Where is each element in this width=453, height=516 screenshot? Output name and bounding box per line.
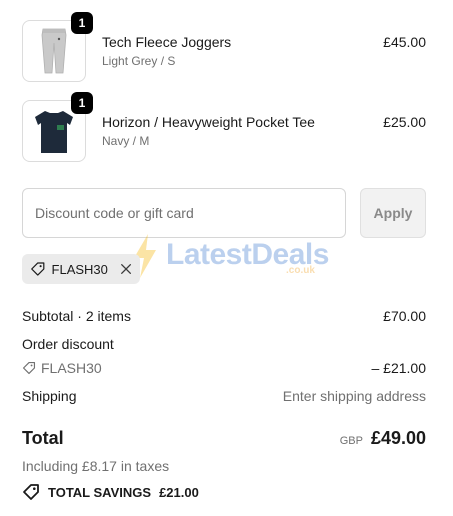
savings-label: TOTAL SAVINGS [48,484,152,500]
apply-button[interactable]: Apply [360,188,426,238]
watermark-subtext: .co.uk [286,265,315,276]
discount-code-text: FLASH30 [41,360,102,376]
cart-item: 1 Horizon / Heavyweight Pocket Tee Navy … [22,92,426,162]
total-value: £49.00 [370,428,426,448]
subtotal-label: Subtotal · 2 items [22,308,131,324]
applied-discount-chip: FLASH30 [22,254,140,284]
close-icon[interactable] [120,262,132,276]
subtotal-value: £70.00 [383,308,426,324]
watermark-text: LatestDeals [166,238,329,271]
discount-code-line: FLASH30 [22,360,102,376]
product-name: Horizon / Heavyweight Pocket Tee [102,114,315,130]
taxes-note: Including £8.17 in taxes [22,458,170,474]
shipping-value: Enter shipping address [282,388,426,404]
currency-code: GBP [339,435,363,447]
applied-discount-code: FLASH30 [51,261,108,277]
discount-amount: – £21.00 [371,360,427,376]
product-name: Tech Fleece Joggers [102,34,232,50]
discount-code-input[interactable] [22,188,346,238]
cart-item: 1 Tech Fleece Joggers Light Grey / S £45… [22,12,426,82]
product-price: £45.00 [383,34,426,50]
product-price: £25.00 [383,114,426,130]
order-discount-row: Order discount [22,336,426,356]
quantity-badge: 1 [71,12,93,34]
tag-icon [23,484,39,500]
subtotal-row: Subtotal · 2 items £70.00 [22,308,426,328]
savings-value: £21.00 [159,484,199,500]
shipping-label: Shipping [22,388,77,404]
total-label: Total [22,428,64,448]
total-savings: TOTAL SAVINGS £21.00 [22,483,199,501]
product-thumbnail: 1 [22,12,93,82]
product-variant: Light Grey / S [102,54,176,68]
watermark-logo: LatestDeals .co.uk [130,232,330,282]
tag-icon [22,361,36,375]
shipping-row: Shipping Enter shipping address [22,388,426,408]
quantity-badge: 1 [71,92,93,114]
order-discount-label: Order discount [22,336,114,352]
discount-code-row: FLASH30 – £21.00 [22,360,426,380]
product-variant: Navy / M [102,134,150,148]
total-amount: GBP £49.00 [340,428,426,449]
product-thumbnail: 1 [22,92,93,162]
tag-icon [31,262,45,276]
